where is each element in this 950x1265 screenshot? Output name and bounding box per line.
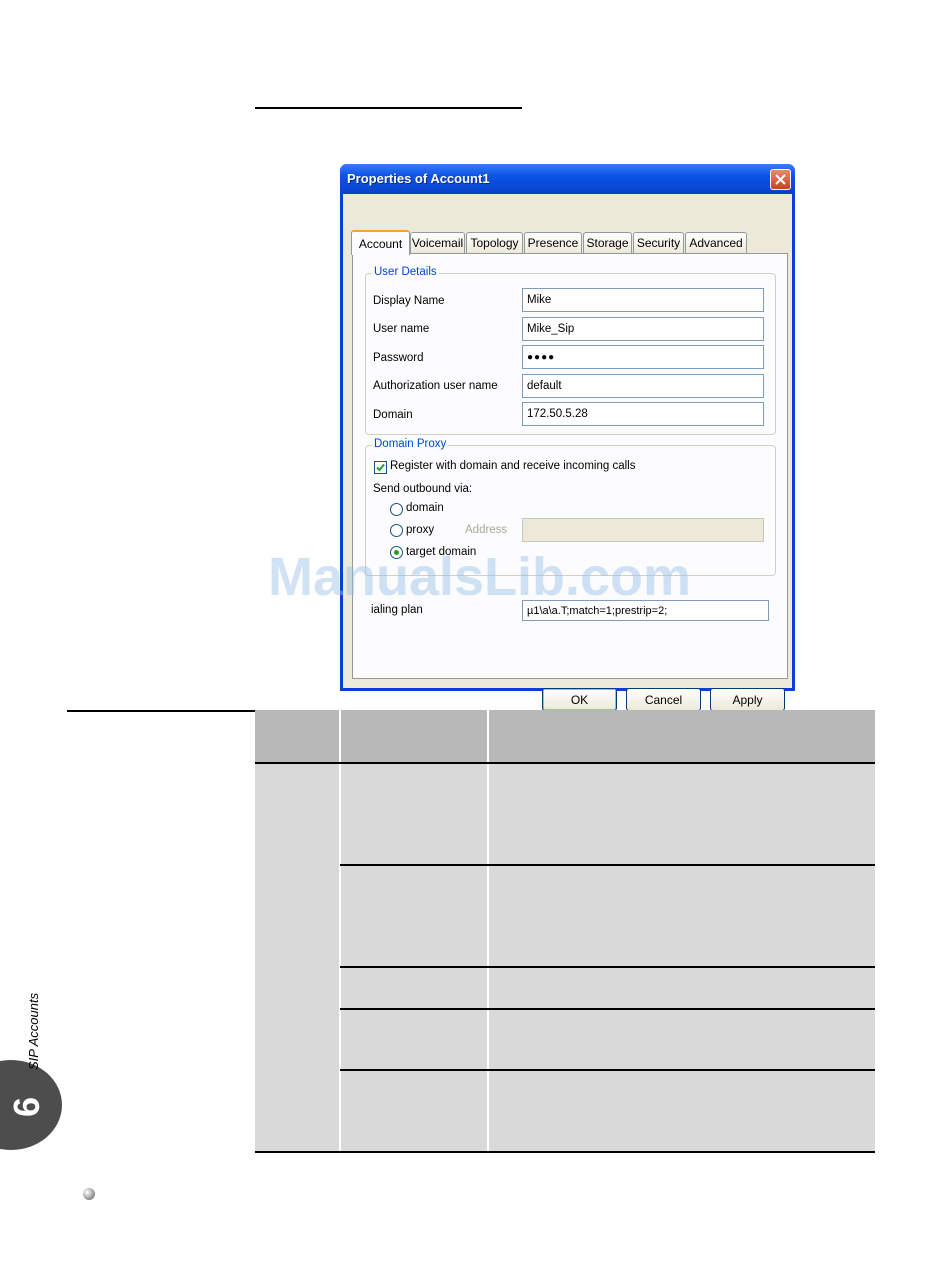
domain-field[interactable]: 172.50.5.28 <box>522 402 764 426</box>
left-section-rule <box>67 710 255 712</box>
user-name-field[interactable]: Mike_Sip <box>522 317 764 341</box>
table-body <box>255 763 875 1152</box>
chapter-number: 6 <box>6 1096 47 1118</box>
close-icon <box>775 174 786 185</box>
account-tab-panel: User Details Display Name Mike User name… <box>352 253 788 679</box>
table-row-rule <box>340 1069 875 1071</box>
user-name-label: User name <box>373 323 430 335</box>
table-header <box>255 710 875 763</box>
tab-presence[interactable]: Presence <box>524 232 582 253</box>
radio-proxy[interactable] <box>390 524 403 537</box>
display-name-label: Display Name <box>373 295 445 307</box>
apply-button[interactable]: Apply <box>710 688 785 711</box>
cancel-button[interactable]: Cancel <box>626 688 701 711</box>
account-properties-dialog: Properties of Account1 Account Voicemail… <box>340 164 795 711</box>
table-row-rule <box>255 762 875 764</box>
radio-domain[interactable] <box>390 503 403 516</box>
section-title-rule <box>255 107 522 109</box>
body-col-separator <box>339 763 341 1152</box>
password-label: Password <box>373 352 424 364</box>
body-col-separator <box>487 763 489 1152</box>
send-outbound-label: Send outbound via: <box>373 483 473 495</box>
table-row-rule <box>340 1008 875 1010</box>
auth-user-name-field[interactable]: default <box>522 374 764 398</box>
chapter-title: SIP Accounts <box>26 992 41 1070</box>
auth-user-name-label: Authorization user name <box>373 380 498 392</box>
address-label: Address <box>465 524 508 536</box>
bullet-icon <box>83 1188 95 1200</box>
tab-account[interactable]: Account <box>351 230 410 255</box>
tab-topology[interactable]: Topology <box>466 232 523 253</box>
domain-proxy-group-label: Domain Proxy <box>372 438 449 450</box>
table-bottom-rule <box>255 1151 875 1153</box>
dialog-title: Properties of Account1 <box>347 171 490 186</box>
watermark: ManualsLib.com <box>268 547 692 607</box>
display-name-field[interactable]: Mike <box>522 288 764 312</box>
user-details-group-label: User Details <box>372 266 439 278</box>
proxy-address-field[interactable] <box>522 518 764 542</box>
tab-voicemail[interactable]: Voicemail <box>410 232 465 253</box>
dialog-client-area: Account Voicemail Topology Presence Stor… <box>343 194 792 711</box>
dialog-titlebar[interactable]: Properties of Account1 <box>340 164 795 194</box>
radio-proxy-label: proxy <box>406 524 435 536</box>
tab-storage[interactable]: Storage <box>583 232 632 253</box>
header-col-separator <box>487 710 489 763</box>
tab-security[interactable]: Security <box>633 232 684 253</box>
password-field[interactable]: ●●●● <box>522 345 764 369</box>
register-checkbox[interactable] <box>374 461 387 474</box>
radio-domain-label: domain <box>406 502 444 514</box>
close-button[interactable] <box>770 169 791 190</box>
tab-advanced[interactable]: Advanced <box>685 232 747 253</box>
checkmark-icon <box>376 463 385 472</box>
header-col-separator <box>339 710 341 763</box>
table-row-rule <box>340 966 875 968</box>
register-label: Register with domain and receive incomin… <box>390 460 636 472</box>
domain-label: Domain <box>373 409 413 421</box>
table-row-rule <box>340 864 875 866</box>
ok-button[interactable]: OK <box>542 688 617 711</box>
